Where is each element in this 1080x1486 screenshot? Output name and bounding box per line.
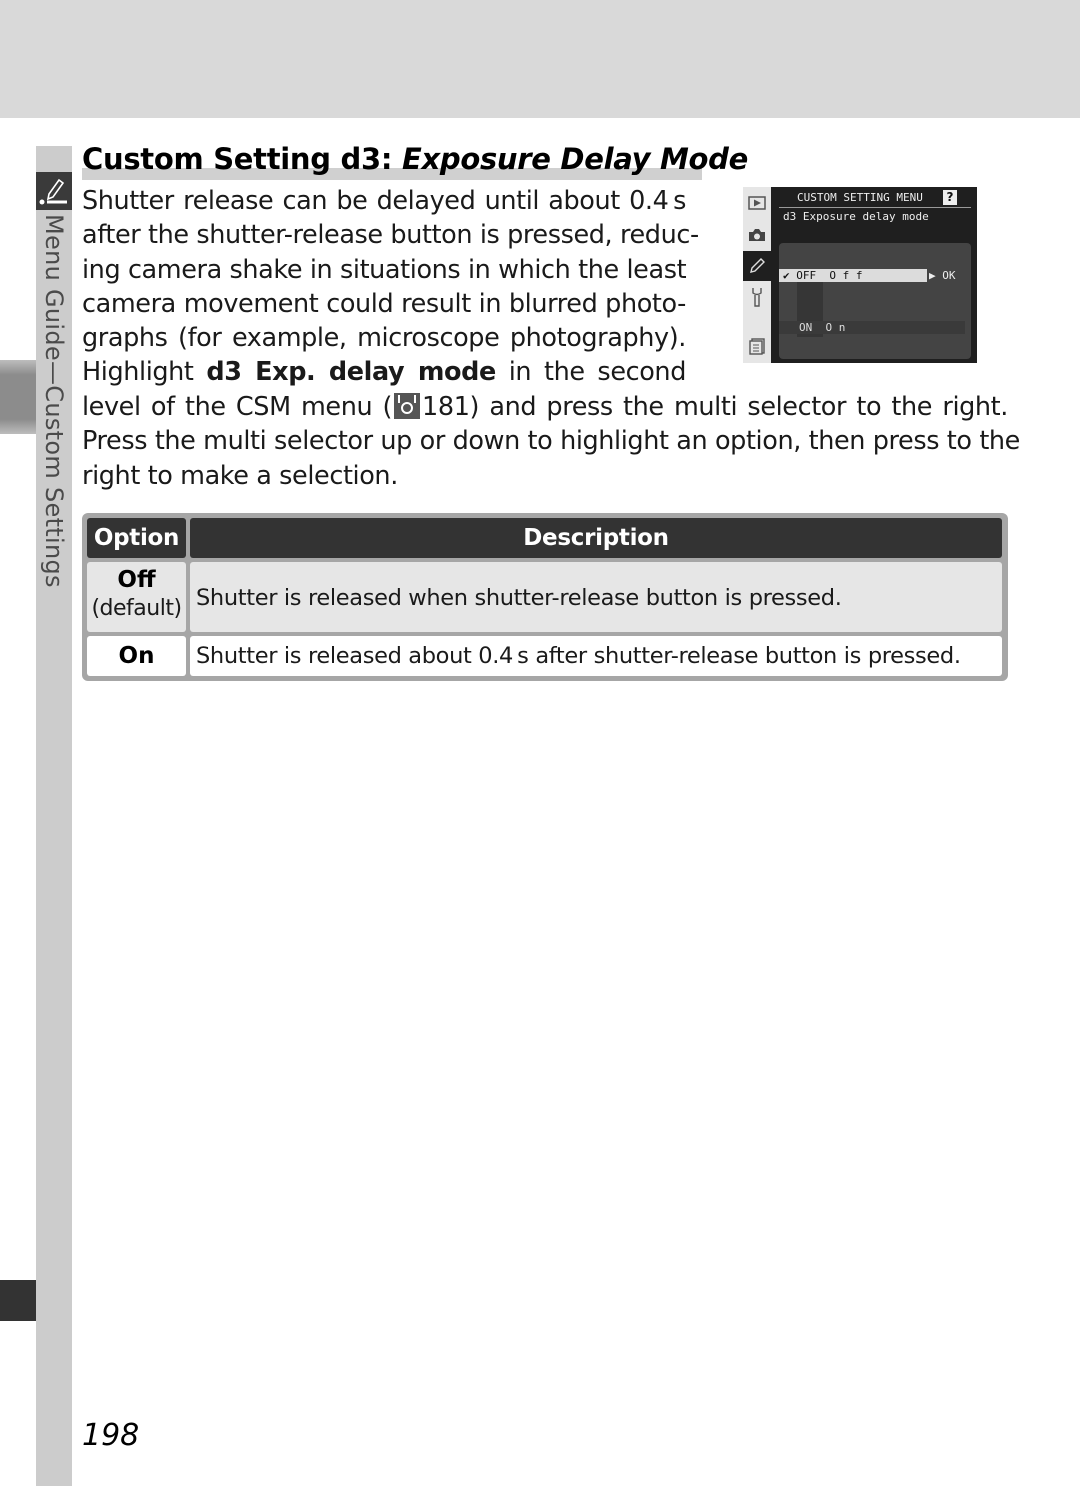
option-description: Shutter is released when shutter-release… bbox=[196, 585, 842, 611]
ok-indicator: ▶ OK bbox=[929, 269, 956, 282]
option-name: On bbox=[118, 643, 155, 669]
menu-tab-strip bbox=[743, 187, 771, 363]
title-italic: Exposure Delay Mode bbox=[401, 142, 748, 176]
recent-settings-icon bbox=[747, 337, 767, 355]
screen-subtitle: d3 Exposure delay mode bbox=[783, 210, 929, 223]
screen-divider bbox=[779, 207, 971, 208]
text-line: Shutter release can be delayed until abo… bbox=[82, 186, 686, 216]
wrench-icon bbox=[747, 288, 767, 307]
page-reference-icon bbox=[394, 393, 421, 419]
table-row-description: Shutter is released about 0.4 s after sh… bbox=[190, 636, 1002, 676]
table-row-description: Shutter is released when shutter-release… bbox=[190, 562, 1002, 632]
table-row-option: Off (default) bbox=[87, 562, 186, 632]
pencil-icon bbox=[39, 178, 67, 205]
instruction-paragraph: level of the CSM menu ( 181) and press th… bbox=[82, 390, 1020, 493]
text-line: Highlight d3 Exp. delay mode in the seco… bbox=[82, 355, 686, 389]
page-number: 198 bbox=[82, 1418, 140, 1453]
options-table: Option Description Off (default) Shutter… bbox=[82, 513, 1008, 681]
pencil-icon bbox=[743, 251, 771, 281]
camera-menu-screenshot: CUSTOM SETTING MENU ? d3 Exposure delay … bbox=[743, 187, 977, 363]
text-line: graphs (for example, microscope photogra… bbox=[82, 323, 686, 354]
text-fragment: in the second bbox=[495, 357, 687, 388]
menu-title-text: CUSTOM SETTING MENU bbox=[797, 191, 923, 204]
text-fragment: Highlight bbox=[82, 357, 207, 388]
option-name: Off bbox=[117, 567, 156, 593]
check-icon: ✔ bbox=[783, 269, 790, 282]
option-code: ON bbox=[799, 321, 813, 334]
title-plain: Custom Setting d3: bbox=[82, 142, 402, 176]
text-line: Press the multi selector up or down to h… bbox=[82, 426, 1020, 457]
column-header-option: Option bbox=[87, 518, 186, 558]
page-title: Custom Setting d3: Exposure Delay Mode bbox=[82, 142, 748, 176]
screen-option-off: ✔ OFF O f f bbox=[779, 269, 927, 282]
table-row-option: On bbox=[87, 636, 186, 676]
help-icon: ? bbox=[943, 190, 957, 205]
playback-icon bbox=[747, 194, 767, 212]
text-fragment: level of the CSM menu ( bbox=[82, 392, 393, 422]
option-default-note: (default) bbox=[91, 596, 182, 621]
text-line: level of the CSM menu ( 181) and press th… bbox=[82, 390, 1008, 424]
option-code: OFF bbox=[796, 269, 817, 282]
text-line: ing camera shake in situations in which … bbox=[82, 254, 687, 285]
intro-paragraph: Shutter release can be delayed until abo… bbox=[82, 184, 699, 390]
thumb-tab-dark bbox=[0, 1280, 36, 1321]
screen-option-on: ON O n bbox=[779, 321, 965, 334]
column-header-description: Description bbox=[190, 518, 1002, 558]
text-fragment: ) and press the multi selector to the ri… bbox=[469, 392, 1009, 422]
option-label: O f f bbox=[829, 269, 863, 282]
option-label: O n bbox=[825, 321, 846, 334]
section-label: Menu Guide—Custom Settings bbox=[40, 214, 68, 588]
thumb-tab bbox=[0, 360, 36, 434]
camera-icon bbox=[747, 226, 767, 244]
text-line: after the shutter-release button is pres… bbox=[82, 220, 699, 251]
option-description: Shutter is released about 0.4 s after sh… bbox=[196, 643, 961, 669]
text-line: camera movement could result in blurred … bbox=[82, 288, 686, 319]
section-icon-box bbox=[36, 172, 72, 210]
menu-item-name: d3 Exp. delay mode bbox=[206, 357, 496, 388]
page-reference-link[interactable]: 181 bbox=[422, 392, 470, 422]
top-margin-band bbox=[0, 0, 1080, 118]
text-line: right to make a selection. bbox=[82, 460, 398, 491]
